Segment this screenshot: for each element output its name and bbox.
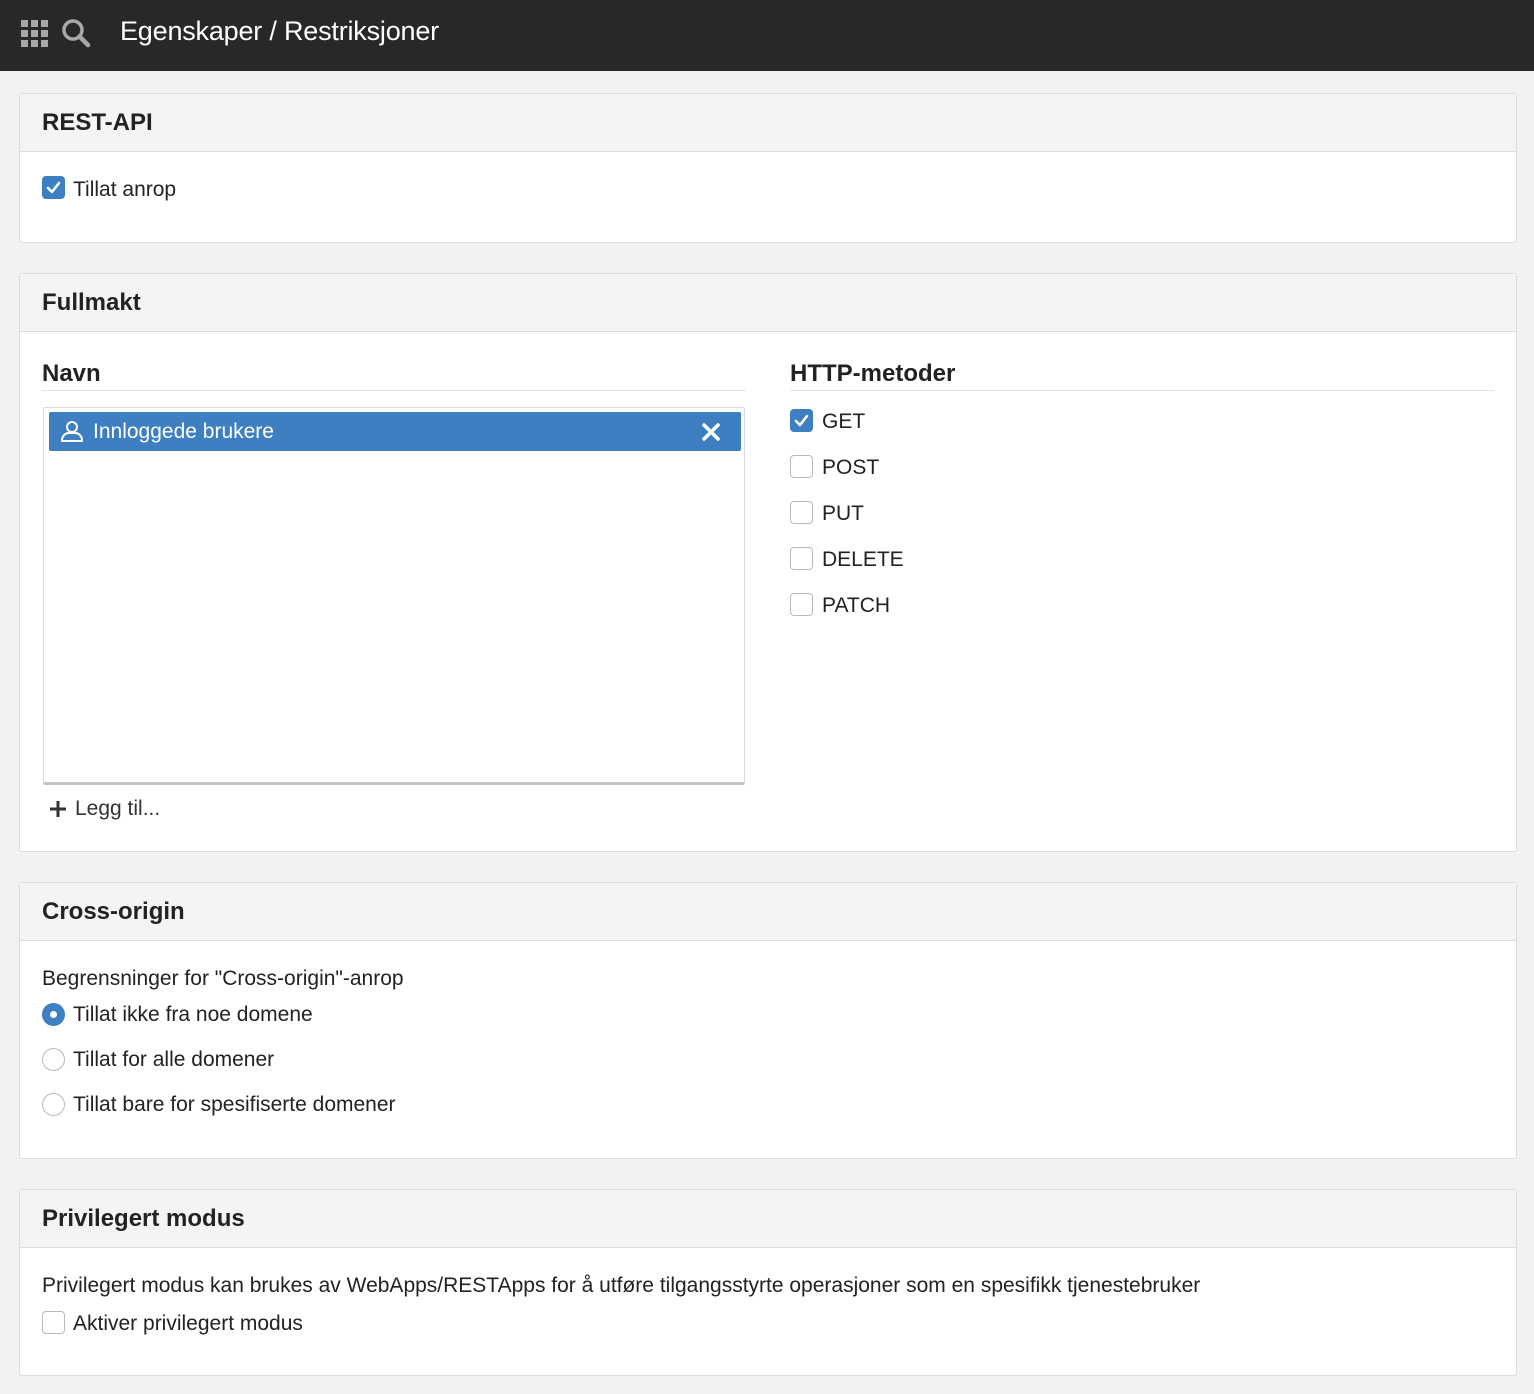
method-get-label[interactable]: GET — [822, 410, 865, 434]
add-button[interactable]: Legg til... — [49, 797, 160, 821]
plus-icon — [50, 801, 66, 817]
privileged-panel: Privilegert modus Privilegert modus kan … — [19, 1189, 1517, 1376]
radio-no-domain[interactable] — [42, 1003, 65, 1026]
privileged-description: Privilegert modus kan brukes av WebApps/… — [42, 1274, 1201, 1297]
checkmark-icon — [794, 414, 809, 427]
user-icon — [61, 421, 83, 442]
names-listbox[interactable]: Innloggede brukere — [43, 407, 745, 785]
rest-api-title: REST-API — [20, 94, 1516, 152]
radio-all-domains[interactable] — [42, 1048, 65, 1071]
list-item[interactable]: Innloggede brukere — [49, 412, 741, 451]
method-patch-checkbox[interactable] — [790, 593, 813, 616]
method-get-checkbox[interactable] — [790, 409, 813, 432]
fullmakt-title: Fullmakt — [20, 274, 1516, 332]
names-divider — [42, 390, 746, 391]
method-patch-label[interactable]: PATCH — [822, 594, 890, 618]
method-delete-checkbox[interactable] — [790, 547, 813, 570]
add-label: Legg til... — [75, 797, 161, 820]
radio-specified-domains[interactable] — [42, 1093, 65, 1116]
method-put-checkbox[interactable] — [790, 501, 813, 524]
names-title: Navn — [42, 360, 101, 387]
method-delete-label[interactable]: DELETE — [822, 548, 904, 572]
privileged-title: Privilegert modus — [20, 1190, 1516, 1248]
allow-calls-label[interactable]: Tillat anrop — [73, 178, 176, 202]
radio-all-domains-label[interactable]: Tillat for alle domener — [73, 1048, 274, 1072]
apps-grid-icon[interactable] — [21, 20, 48, 47]
rest-api-panel: REST-API Tillat anrop — [19, 93, 1517, 243]
close-icon[interactable] — [701, 422, 721, 442]
search-icon[interactable] — [61, 18, 91, 48]
cross-origin-description: Begrensninger for "Cross-origin"-anrop — [42, 967, 404, 990]
http-methods-divider — [790, 390, 1494, 391]
method-put-label[interactable]: PUT — [822, 502, 864, 526]
cross-origin-panel: Cross-origin Begrensninger for "Cross-or… — [19, 882, 1517, 1159]
breadcrumb: Egenskaper / Restriksjoner — [120, 16, 439, 46]
radio-no-domain-label[interactable]: Tillat ikke fra noe domene — [73, 1003, 313, 1027]
method-post-checkbox[interactable] — [790, 455, 813, 478]
http-methods-title: HTTP-metoder — [790, 360, 956, 387]
list-item-label: Innloggede brukere — [93, 420, 274, 443]
privileged-mode-label[interactable]: Aktiver privilegert modus — [73, 1312, 303, 1336]
radio-specified-domains-label[interactable]: Tillat bare for spesifiserte domener — [73, 1093, 396, 1117]
privileged-mode-checkbox[interactable] — [42, 1311, 65, 1334]
method-post-label[interactable]: POST — [822, 456, 879, 480]
allow-calls-checkbox[interactable] — [42, 176, 65, 199]
checkmark-icon — [46, 181, 61, 194]
fullmakt-panel: Fullmakt Navn Innloggede brukere Legg ti… — [19, 273, 1517, 852]
top-bar: Egenskaper / Restriksjoner — [0, 0, 1534, 71]
cross-origin-title: Cross-origin — [20, 883, 1516, 941]
